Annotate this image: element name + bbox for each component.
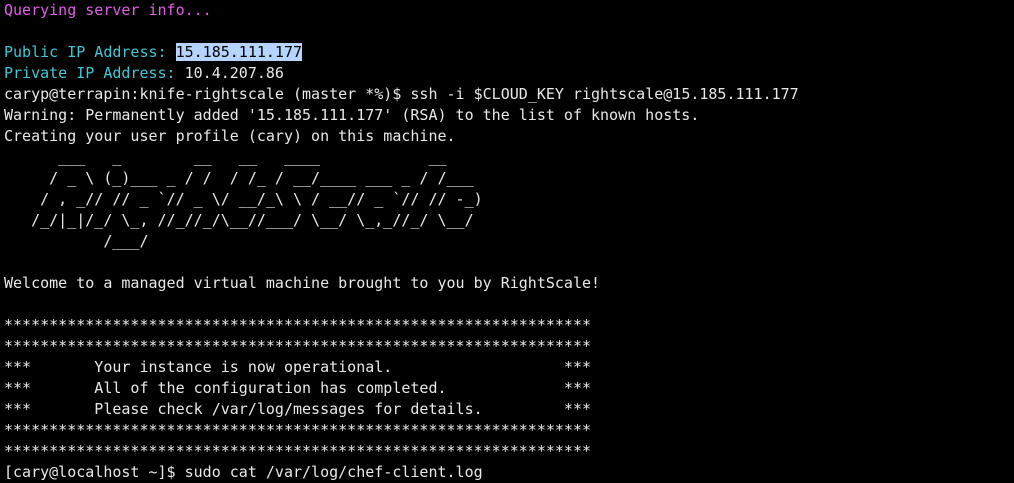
banner-line: / , _// // _ `// _ \/ __/_\ \ / __// _ `… — [4, 190, 483, 208]
status-box-border: ****************************************… — [4, 421, 591, 439]
ssh-prompt: caryp@terrapin:knife-rightscale (master … — [4, 85, 402, 103]
status-line: Querying server info... — [4, 1, 212, 19]
ssh-command-line: caryp@terrapin:knife-rightscale (master … — [4, 84, 1014, 105]
status-box-border: ****************************************… — [4, 316, 591, 334]
public-ip-value[interactable]: 15.185.111.177 — [175, 43, 303, 61]
welcome-message: Welcome to a managed virtual machine bro… — [4, 274, 601, 292]
private-ip-row: Private IP Address: 10.4.207.86 — [4, 63, 1014, 84]
known-hosts-warning: Warning: Permanently added '15.185.111.1… — [4, 106, 700, 124]
profile-creation-line: Creating your user profile (cary) on thi… — [4, 127, 456, 145]
banner-line: / _ \ (_)___ _ / / / /_ / __/____ ___ _ … — [4, 169, 474, 187]
status-box-border: ****************************************… — [4, 442, 591, 460]
private-ip-label: Private IP Address: — [4, 64, 176, 82]
public-ip-label: Public IP Address: — [4, 43, 167, 61]
banner-line: /_/|_|/_/ \_, //_//_/\__//___/ \__/ \_,_… — [4, 211, 474, 229]
command-input[interactable]: sudo cat /var/log/chef-client.log — [185, 463, 483, 481]
public-ip-row: Public IP Address: 15.185.111.177 — [4, 42, 1014, 63]
final-command-line[interactable]: [cary@localhost ~]$ sudo cat /var/log/ch… — [4, 462, 1014, 483]
status-box-line: *** Your instance is now operational. **… — [4, 358, 591, 376]
shell-prompt: [cary@localhost ~]$ — [4, 463, 176, 481]
private-ip-value: 10.4.207.86 — [184, 64, 284, 82]
banner-line: ___ _ __ __ ____ __ — [4, 148, 447, 166]
status-box-line: *** All of the configuration has complet… — [4, 379, 591, 397]
status-box-border: ****************************************… — [4, 337, 591, 355]
terminal-window[interactable]: Querying server info... Public IP Addres… — [0, 0, 1014, 483]
status-box-line: *** Please check /var/log/messages for d… — [4, 400, 591, 418]
ssh-command: ssh -i $CLOUD_KEY rightscale@15.185.111.… — [410, 85, 799, 103]
banner-line: /___/ — [4, 232, 149, 250]
